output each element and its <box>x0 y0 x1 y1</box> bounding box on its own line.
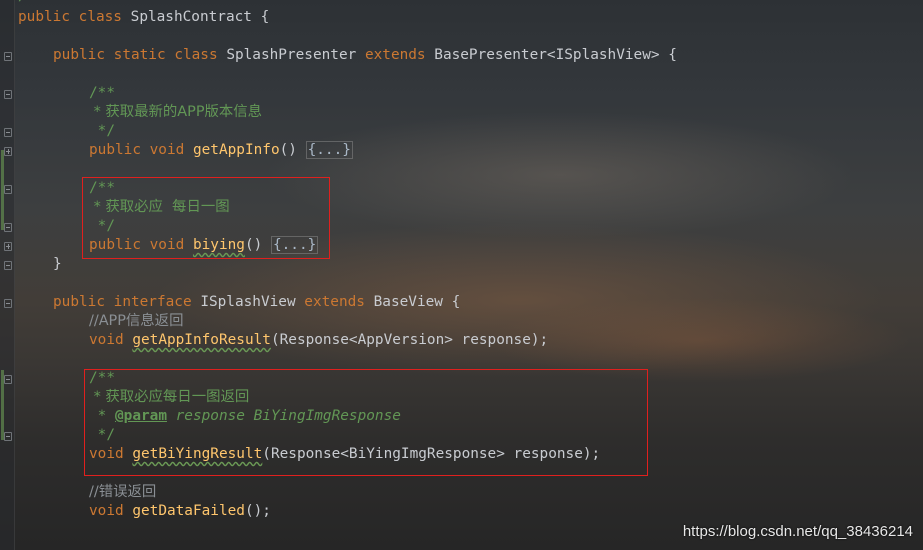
doc-comment: /** <box>89 85 115 101</box>
code-line[interactable]: /** <box>89 179 115 198</box>
line-comment: //错误返回 <box>89 484 157 500</box>
method-args: (); <box>244 503 271 519</box>
keyword-text: void <box>89 446 133 462</box>
code-line[interactable]: } <box>53 255 62 274</box>
code-line[interactable]: public interface ISplashView extends Bas… <box>53 293 460 312</box>
keyword-text: void <box>89 332 133 348</box>
doc-comment: * 获取最新的APP版本信息 <box>89 104 263 120</box>
doc-comment: /** <box>89 370 115 386</box>
code-line[interactable]: / <box>18 0 27 6</box>
code-line[interactable]: /** <box>89 84 115 103</box>
folded-code[interactable]: {...} <box>305 141 353 159</box>
code-line[interactable]: */ <box>89 426 115 445</box>
method-args: (Response<AppVersion> response); <box>270 332 549 348</box>
code-line[interactable]: //APP信息返回 <box>89 312 183 331</box>
method-args: () <box>244 237 271 253</box>
code-line[interactable]: public void biying() {...} <box>89 236 319 255</box>
code-line[interactable]: * 获取必应 每日一图 <box>89 198 230 217</box>
code-editor[interactable]: / public class SplashContract { public s… <box>0 0 923 550</box>
watermark-text: https://blog.csdn.net/qq_38436214 <box>682 523 913 540</box>
interface-declaration: public interface ISplashView extends Bas… <box>53 294 461 310</box>
code-line[interactable]: public class SplashContract { <box>18 8 269 27</box>
class-declaration: public class SplashContract { <box>18 9 270 25</box>
method-name: getBiYingResult <box>132 446 263 462</box>
doc-comment: * 获取必应 每日一图 <box>89 199 230 215</box>
doc-comment: /** <box>89 180 115 196</box>
doc-comment: * 获取必应每日一图返回 <box>89 389 250 405</box>
method-name: getAppInfoResult <box>132 332 271 348</box>
code-line[interactable]: public void getAppInfo() {...} <box>89 141 353 160</box>
code-line[interactable]: void getBiYingResult(Response<BiYingImgR… <box>89 445 600 464</box>
class-declaration: public static class SplashPresenter exte… <box>53 47 677 63</box>
code-line[interactable]: * @param response BiYingImgResponse <box>89 407 401 426</box>
code-line[interactable]: //错误返回 <box>89 483 156 502</box>
keyword-text: public void <box>89 142 193 158</box>
javadoc-tag: @param <box>115 408 167 424</box>
code-line[interactable]: * 获取最新的APP版本信息 <box>89 103 263 122</box>
method-name: biying <box>192 237 245 253</box>
doc-comment: */ <box>89 218 115 234</box>
method-name: getAppInfo <box>192 142 280 158</box>
code-line[interactable]: void getDataFailed(); <box>89 502 271 521</box>
closing-brace: } <box>53 256 62 272</box>
code-line[interactable]: /** <box>89 369 115 388</box>
doc-comment: * <box>89 408 115 424</box>
method-args: (Response<BiYingImgResponse> response); <box>262 446 601 462</box>
javadoc-param: response BiYingImgResponse <box>166 408 401 424</box>
code-line[interactable]: * 获取必应每日一图返回 <box>89 388 250 407</box>
folded-code[interactable]: {...} <box>270 236 319 254</box>
keyword-text: public void <box>89 237 193 253</box>
comment-text: / <box>18 0 27 4</box>
line-comment: //APP信息返回 <box>89 313 184 329</box>
method-name: getDataFailed <box>132 503 245 519</box>
code-line[interactable]: void getAppInfoResult(Response<AppVersio… <box>89 331 548 350</box>
code-line[interactable]: */ <box>89 122 115 141</box>
keyword-text: void <box>89 503 133 519</box>
doc-comment: */ <box>89 123 115 139</box>
doc-comment: */ <box>89 427 115 443</box>
code-line[interactable]: */ <box>89 217 115 236</box>
method-args: () <box>279 142 306 158</box>
code-line[interactable]: public static class SplashPresenter exte… <box>53 46 677 65</box>
